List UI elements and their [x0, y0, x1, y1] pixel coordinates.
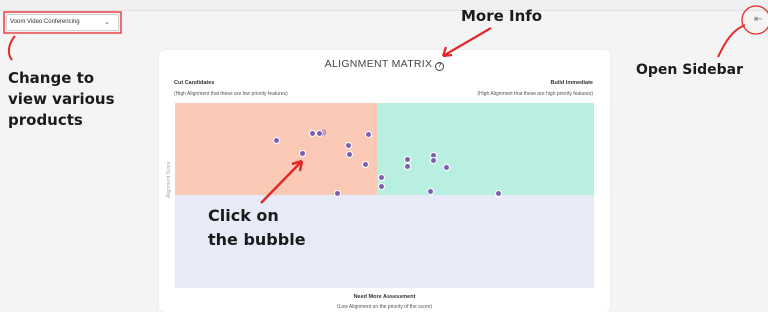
annotation-strokes [3, 5, 768, 204]
click-bubble-arrow [260, 160, 303, 204]
selector-highlight-box [3, 11, 122, 34]
change-view-arrow [7, 35, 16, 61]
click-bubble-label: Click on the bubble [208, 204, 306, 252]
click-bubble-line-2: the bubble [208, 230, 306, 249]
more-info-label: More Info [461, 7, 543, 25]
change-view-line-3: products [8, 111, 83, 129]
click-bubble-line-1: Click on [208, 206, 279, 225]
sidebar-highlight-circle [741, 5, 768, 35]
open-sidebar-label: Open Sidebar [636, 62, 744, 78]
more-info-arrow [442, 27, 492, 57]
change-view-line-1: Change to [8, 69, 95, 87]
change-view-label: Change to view various products [8, 68, 115, 131]
open-sidebar-arrow [717, 24, 746, 58]
change-view-line-2: view various [8, 90, 115, 108]
